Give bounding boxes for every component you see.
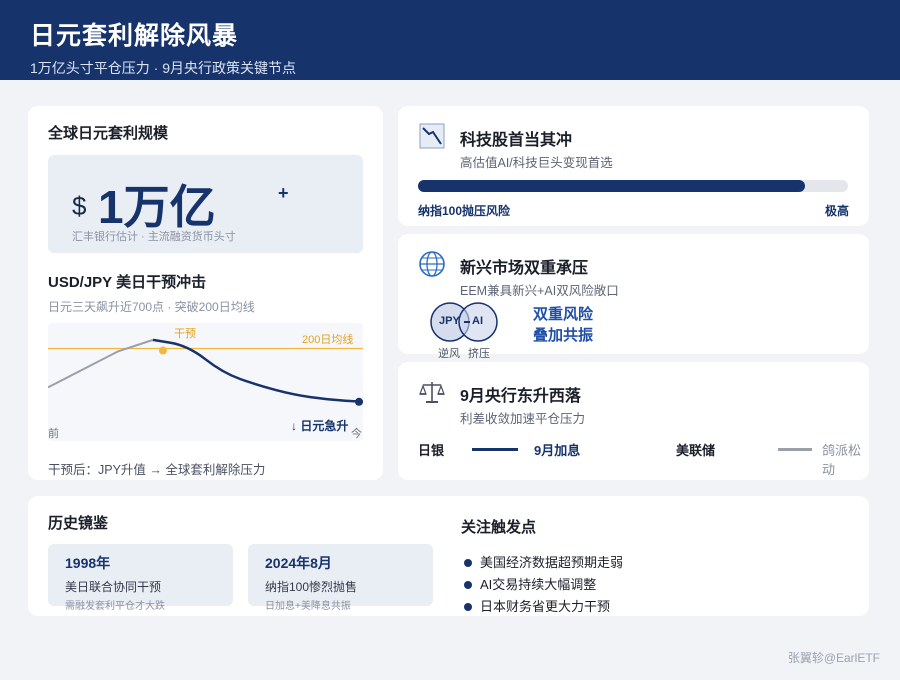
scale-plus: + xyxy=(278,183,289,203)
bullet-dot xyxy=(464,602,472,611)
tech-risk-fill xyxy=(418,180,805,192)
intervention-point xyxy=(159,346,167,355)
boj-line xyxy=(472,448,518,451)
cb-title: 9月央行东升西落 xyxy=(460,388,581,405)
x-label-start: 前 xyxy=(48,428,59,440)
em-card: 新兴市场双重承压 EEM兼具新兴+AI双风险敞口 JPY AI 逆风 挤压 双重… xyxy=(398,234,869,360)
history-desc: 纳指100惨烈抛售 xyxy=(265,580,358,594)
tech-risk-bar xyxy=(418,180,848,192)
boj-name: 日银 xyxy=(418,443,445,458)
globe-icon xyxy=(419,251,445,277)
trigger-item: 美国经济数据超预期走弱 xyxy=(464,552,623,571)
scale-note: 汇丰银行估计 · 主流融资货币头寸 xyxy=(72,231,236,243)
usdjpy-footer: 干预后：JPY升值 → 全球套利解除压力 xyxy=(48,463,266,477)
trigger-item: 日本财务省更大力干预 xyxy=(464,596,610,615)
venn-diagram: JPY AI 逆风 挤压 xyxy=(428,300,508,360)
history-year: 1998年 xyxy=(65,555,111,571)
em-title: 新兴市场双重承压 xyxy=(460,260,589,277)
fed-line xyxy=(778,448,812,451)
history-sub: 日加息+美降息共振 xyxy=(265,601,351,612)
usdjpy-chart: 干预 200日均线 ↓ 日元急升 前 今 xyxy=(48,323,363,441)
tech-subtitle: 高估值AI/科技巨头变现首选 xyxy=(460,156,613,170)
tech-title: 科技股首当其冲 xyxy=(460,132,573,149)
tech-bar-label: 纳指100抛压风险 xyxy=(418,204,511,218)
history-sub: 需融发套利平仓才大跌 xyxy=(65,601,165,612)
end-point xyxy=(355,397,363,406)
em-subtitle: EEM兼具新兴+AI双风险敞口 xyxy=(460,284,619,298)
history-item: 2024年8月 纳指100惨烈抛售 日加息+美降息共振 xyxy=(248,544,433,612)
fed-name: 美联储 xyxy=(676,443,716,458)
em-risk-line2: 叠加共振 xyxy=(533,327,594,344)
usdjpy-title: USD/JPY 美日干预冲击 xyxy=(48,274,207,291)
x-label-end: 今 xyxy=(351,428,362,440)
falling-chart-icon xyxy=(419,123,445,149)
history-card: 历史镜鉴 1998年 美日联合协同干预 需融发套利平仓才大跌 2024年8月 纳… xyxy=(28,496,869,616)
bullet-dot xyxy=(464,558,472,567)
cb-subtitle: 利差收敛加速平仓压力 xyxy=(460,412,586,426)
ma-label: 200日均线 xyxy=(302,334,354,346)
history-title: 历史镜鉴 xyxy=(48,515,109,532)
author-credit: 张翼轸@EarlETF xyxy=(787,651,880,665)
triggers-title: 关注触发点 xyxy=(461,519,537,536)
drop-label: ↓ 日元急升 xyxy=(291,419,349,433)
carry-scale-card: 全球日元套利规模 $ 1万亿 + 汇丰银行估计 · 主流融资货币头寸 USD/J… xyxy=(28,106,383,480)
boj-value: 9月加息 xyxy=(534,443,581,458)
currency-symbol: $ xyxy=(72,191,87,221)
pre-intervention-line xyxy=(48,338,154,389)
scale-title: 全球日元套利规模 xyxy=(48,125,169,142)
venn-headwind-label: 逆风 xyxy=(438,348,460,360)
balance-scale-icon xyxy=(419,382,445,403)
header-banner: 日元套利解除风暴 1万亿头寸平仓压力 · 9月央行政策关键节点 xyxy=(0,0,900,80)
venn-jpy-label: JPY xyxy=(439,315,460,327)
em-risk-text: 双重风险 叠加共振 xyxy=(533,304,593,346)
history-item: 1998年 美日联合协同干预 需融发套利平仓才大跌 xyxy=(48,544,233,612)
trigger-item: AI交易持续大幅调整 xyxy=(464,574,596,593)
trigger-text: 美国经济数据超预期走弱 xyxy=(480,555,624,570)
venn-ai-label: AI xyxy=(472,315,483,327)
tech-bar-level: 极高 xyxy=(824,204,849,218)
intervention-label: 干预 xyxy=(174,328,196,340)
central-bank-card: 9月央行东升西落 利差收敛加速平仓压力 日银 9月加息 美联储 鸽派松动 xyxy=(398,362,869,480)
history-year: 2024年8月 xyxy=(265,555,332,571)
page-subtitle: 1万亿头寸平仓压力 · 9月央行政策关键节点 xyxy=(30,60,297,76)
venn-squeeze-label: 挤压 xyxy=(468,348,490,360)
trigger-text: AI交易持续大幅调整 xyxy=(480,577,597,592)
tech-card: 科技股首当其冲 高估值AI/科技巨头变现首选 纳指100抛压风险 极高 xyxy=(398,106,869,226)
history-desc: 美日联合协同干预 xyxy=(65,580,162,594)
scale-highlight-box: $ 1万亿 + 汇丰银行估计 · 主流融资货币头寸 xyxy=(48,155,363,253)
page-title: 日元套利解除风暴 xyxy=(30,22,239,50)
em-risk-line1: 双重风险 xyxy=(533,306,594,323)
trigger-text: 日本财务省更大力干预 xyxy=(480,599,611,614)
fed-value: 鸽派松动 xyxy=(822,443,862,477)
usdjpy-note: 日元三天飙升近700点 · 突破200日均线 xyxy=(48,300,255,314)
bullet-dot xyxy=(464,580,472,589)
